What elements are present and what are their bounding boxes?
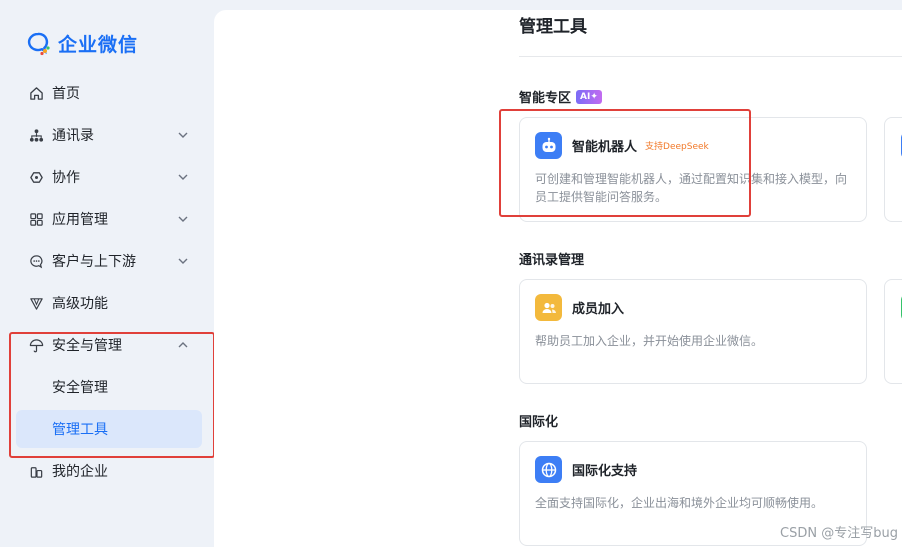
- app-name: 企业微信: [58, 34, 139, 56]
- chevron-down-icon[interactable]: [176, 170, 190, 184]
- sidebar-item-security[interactable]: 安全与管理: [16, 326, 202, 364]
- sidebar-item-home[interactable]: 首页: [16, 74, 202, 112]
- section-title-contacts: 通讯录管理: [519, 249, 584, 268]
- sidebar-item-security-management[interactable]: 安全管理: [16, 368, 202, 406]
- sidebar-item-label: 安全与管理: [52, 338, 122, 354]
- chevron-down-icon[interactable]: [176, 254, 190, 268]
- sidebar-item-label: 协作: [52, 170, 80, 186]
- sidebar-item-customers[interactable]: 客户与上下游: [16, 242, 202, 280]
- wecom-logo-icon: [26, 31, 52, 57]
- sidebar-item-label: 应用管理: [52, 212, 108, 228]
- card-smart-robot[interactable]: 智能机器人 支持DeepSeek 可创建和管理智能机器人，通过配置知识集和接入模…: [519, 117, 867, 222]
- sidebar-item-label: 高级功能: [52, 296, 108, 312]
- app-logo[interactable]: 企业微信: [26, 30, 138, 57]
- card-peek[interactable]: [884, 117, 902, 222]
- chevron-down-icon[interactable]: [176, 212, 190, 226]
- sidebar-item-label: 客户与上下游: [52, 254, 136, 270]
- chevron-up-icon[interactable]: [176, 338, 190, 352]
- sidebar-item-my-enterprise[interactable]: 我的企业: [16, 452, 202, 490]
- card-title: 国际化支持: [572, 460, 637, 479]
- sidebar-item-label: 首页: [52, 86, 80, 102]
- section-title-text: 智能专区: [519, 91, 572, 106]
- collab-icon: [28, 169, 44, 185]
- sidebar-item-contacts[interactable]: 通讯录: [16, 116, 202, 154]
- sidebar-item-label: 我的企业: [52, 464, 108, 480]
- page-title: 管理工具: [519, 17, 587, 37]
- sidebar-item-label: 管理工具: [52, 422, 108, 438]
- card-title-text: 国际化支持: [572, 464, 638, 479]
- members-icon: [535, 294, 562, 321]
- deepseek-tag: 支持DeepSeek: [645, 142, 709, 152]
- robot-icon: [535, 132, 562, 159]
- card-title-text: 智能机器人: [572, 140, 638, 155]
- card-description: 可创建和管理智能机器人，通过配置知识集和接入模型，向员工提供智能问答服务。: [535, 172, 848, 204]
- sidebar-item-label: 安全管理: [52, 380, 108, 396]
- building-icon: [28, 463, 44, 479]
- sidebar: 企业微信 首页 通讯录 协作 应用管理 客户与上下游 高级功能 安全与管理 安全…: [0, 0, 214, 547]
- sidebar-item-app-management[interactable]: 应用管理: [16, 200, 202, 238]
- sidebar-item-advanced[interactable]: 高级功能: [16, 284, 202, 322]
- card-peek[interactable]: [884, 279, 902, 384]
- card-description: 帮助员工加入企业，并开始使用企业微信。: [535, 334, 764, 348]
- sidebar-item-label: 通讯录: [52, 128, 94, 144]
- section-title-i18n: 国际化: [519, 411, 558, 430]
- divider: [519, 56, 902, 57]
- premium-icon: [28, 295, 44, 311]
- card-member-join[interactable]: 成员加入 帮助员工加入企业，并开始使用企业微信。: [519, 279, 867, 384]
- globe-icon: [535, 456, 562, 483]
- section-title-text: 国际化: [519, 415, 559, 430]
- chat-bubble-icon: [28, 253, 44, 269]
- home-icon: [28, 85, 44, 101]
- section-title-text: 通讯录管理: [519, 253, 585, 268]
- watermark: CSDN @专注写bug: [780, 526, 898, 541]
- sidebar-item-collaboration[interactable]: 协作: [16, 158, 202, 196]
- umbrella-icon: [28, 337, 44, 353]
- apps-grid-icon: [28, 211, 44, 227]
- card-description: 全面支持国际化，企业出海和境外企业均可顺畅使用。: [535, 496, 824, 510]
- card-title-text: 成员加入: [572, 302, 625, 317]
- ai-badge: AI✦: [576, 89, 602, 104]
- org-chart-icon: [28, 127, 44, 143]
- card-title: 成员加入: [572, 298, 624, 317]
- sidebar-item-management-tools[interactable]: 管理工具: [16, 410, 202, 448]
- section-title-ai: 智能专区 AI✦: [519, 87, 602, 106]
- chevron-down-icon[interactable]: [176, 128, 190, 142]
- card-title: 智能机器人 支持DeepSeek: [572, 136, 709, 155]
